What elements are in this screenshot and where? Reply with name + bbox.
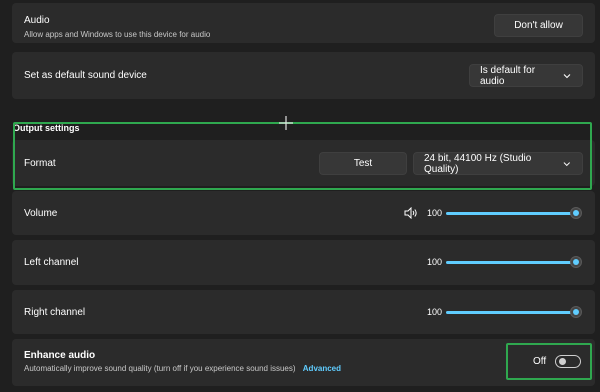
audio-card: Audio Allow apps and Windows to use this… [12,3,595,43]
enhance-audio-description-text: Automatically improve sound quality (tur… [24,364,296,373]
right-channel-slider-thumb[interactable] [570,306,582,318]
chevron-down-icon [563,73,571,78]
left-channel-slider-track[interactable] [446,261,576,264]
volume-value: 100 [427,208,443,218]
volume-slider-thumb[interactable] [570,207,582,219]
enhance-audio-description: Automatically improve sound quality (tur… [24,364,341,373]
right-channel-slider-track[interactable] [446,311,576,314]
output-settings-highlight [13,122,592,190]
default-device-dropdown-value: Is default for audio [480,64,536,87]
left-channel-card: Left channel 100 [12,240,595,285]
audio-title: Audio [24,15,50,26]
left-channel-slider-thumb[interactable] [570,256,582,268]
volume-label: Volume [24,208,58,219]
default-device-title: Set as default sound device [24,70,147,81]
audio-description: Allow apps and Windows to use this devic… [24,30,211,39]
speaker-icon[interactable] [404,207,418,219]
left-channel-label: Left channel [24,257,79,268]
default-device-dropdown[interactable]: Is default for audio [469,64,583,87]
volume-slider-track[interactable] [446,212,576,215]
advanced-link[interactable]: Advanced [303,364,341,373]
left-channel-value: 100 [427,257,443,267]
enhance-audio-title: Enhance audio [24,350,96,361]
toggle-highlight [506,343,592,380]
crosshair-cursor-icon [279,116,293,130]
dont-allow-button[interactable]: Don't allow [494,14,583,37]
right-channel-value: 100 [427,307,443,317]
right-channel-card: Right channel 100 [12,290,595,334]
volume-card: Volume 100 [12,191,595,235]
right-channel-label: Right channel [24,307,86,318]
default-device-card: Set as default sound device Is default f… [12,52,595,99]
